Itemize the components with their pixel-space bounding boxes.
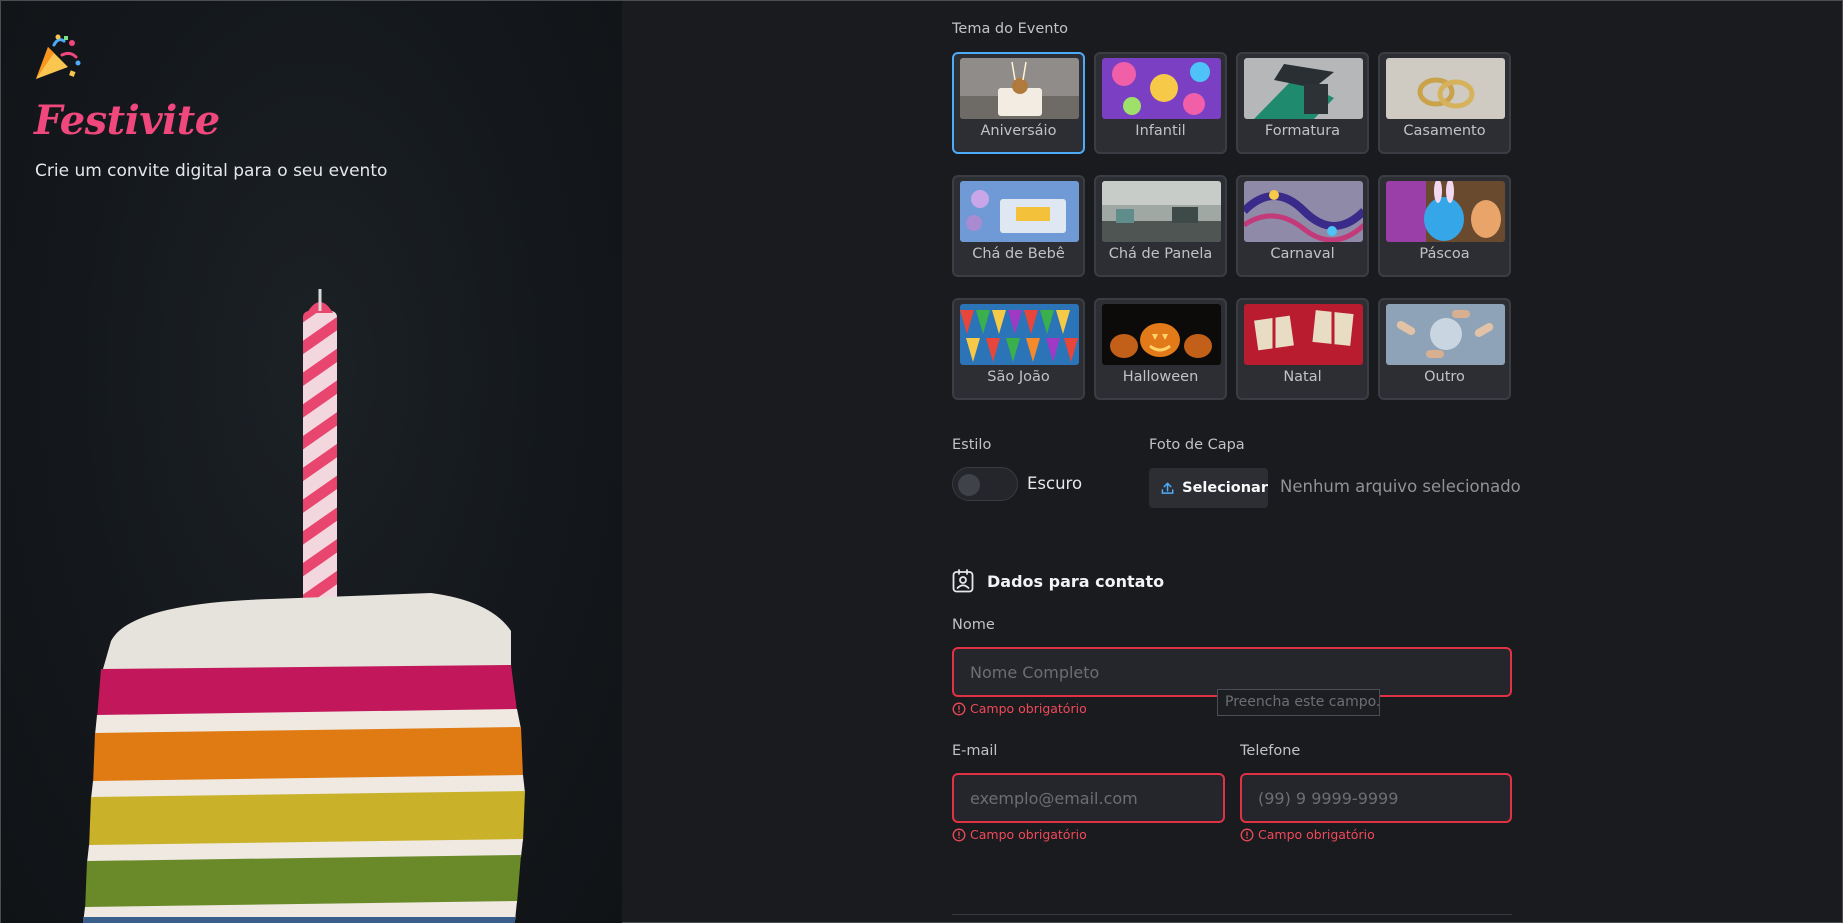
- theme-image-halloween: [1102, 304, 1221, 365]
- email-error-text: Campo obrigatório: [970, 827, 1087, 842]
- theme-name: Outro: [1424, 369, 1465, 385]
- theme-name: Infantil: [1135, 123, 1186, 139]
- theme-image-graduation: [1244, 58, 1363, 119]
- hero-panel: Festivite Crie um convite digital para o…: [1, 1, 622, 923]
- toggle-label: Escuro: [1027, 474, 1083, 493]
- brand-tagline: Crie um convite digital para o seu event…: [35, 161, 388, 181]
- contact-card-icon: [952, 569, 974, 593]
- theme-card-aniversario[interactable]: Aniversáio: [952, 52, 1085, 154]
- theme-image-christmas: [1244, 304, 1363, 365]
- theme-name: Chá de Bebê: [972, 246, 1065, 262]
- theme-image-festa-junina: [960, 304, 1079, 365]
- theme-card-halloween[interactable]: Halloween: [1094, 298, 1227, 400]
- theme-card-infantil[interactable]: Infantil: [1094, 52, 1227, 154]
- error-icon: [952, 702, 966, 715]
- section-divider: [952, 914, 1512, 915]
- theme-card-sao-joao[interactable]: São João: [952, 298, 1085, 400]
- theme-grid: Aniversáio Infantil Formatura Casamento …: [952, 52, 1511, 400]
- error-icon: [952, 828, 966, 841]
- theme-name: Aniversáio: [980, 123, 1057, 139]
- theme-image-birthday: [960, 58, 1079, 119]
- phone-label: Telefone: [1240, 743, 1301, 759]
- theme-card-cha-de-panela[interactable]: Chá de Panela: [1094, 175, 1227, 277]
- email-label: E-mail: [952, 743, 998, 759]
- theme-image-carnival: [1244, 181, 1363, 242]
- theme-image-other: [1386, 304, 1505, 365]
- phone-error-text: Campo obrigatório: [1258, 827, 1375, 842]
- name-error-text: Campo obrigatório: [970, 701, 1087, 716]
- theme-name: Páscoa: [1419, 246, 1470, 262]
- file-status: Nenhum arquivo selecionado: [1280, 477, 1521, 496]
- theme-image-kids: [1102, 58, 1221, 119]
- theme-card-cha-de-bebe[interactable]: Chá de Bebê: [952, 175, 1085, 277]
- theme-name: Chá de Panela: [1108, 246, 1213, 262]
- theme-card-casamento[interactable]: Casamento: [1378, 52, 1511, 154]
- cover-photo-label: Foto de Capa: [1149, 437, 1245, 453]
- theme-image-wedding: [1386, 58, 1505, 119]
- party-popper-icon: [36, 34, 81, 79]
- theme-name: Formatura: [1264, 123, 1341, 139]
- email-error: Campo obrigatório: [952, 827, 1087, 842]
- phone-error: Campo obrigatório: [1240, 827, 1375, 842]
- theme-image-kitchen-shower: [1102, 181, 1221, 242]
- contact-section-header: Dados para contato: [952, 569, 1164, 593]
- select-file-label: Selecionar: [1182, 480, 1268, 496]
- theme-name: Halloween: [1122, 369, 1199, 385]
- phone-input[interactable]: [1240, 773, 1512, 823]
- style-label: Estilo: [952, 437, 992, 453]
- email-input[interactable]: [952, 773, 1225, 823]
- theme-card-outro[interactable]: Outro: [1378, 298, 1511, 400]
- theme-name: Casamento: [1403, 123, 1486, 139]
- select-file-button[interactable]: Selecionar: [1149, 468, 1268, 508]
- theme-name: Natal: [1283, 369, 1322, 385]
- name-error: Campo obrigatório: [952, 701, 1087, 716]
- name-label: Nome: [952, 617, 995, 633]
- theme-image-easter: [1386, 181, 1505, 242]
- theme-card-carnaval[interactable]: Carnaval: [1236, 175, 1369, 277]
- theme-card-pascoa[interactable]: Páscoa: [1378, 175, 1511, 277]
- dark-mode-toggle[interactable]: [952, 467, 1018, 501]
- toggle-knob: [958, 474, 980, 496]
- theme-card-natal[interactable]: Natal: [1236, 298, 1369, 400]
- theme-section-label: Tema do Evento: [952, 21, 1069, 37]
- theme-name: São João: [987, 369, 1050, 385]
- theme-image-baby-shower: [960, 181, 1079, 242]
- cake-illustration: [83, 289, 525, 923]
- error-icon: [1240, 828, 1254, 841]
- brand-name: Festivite: [34, 97, 220, 144]
- contact-section-title: Dados para contato: [987, 571, 1165, 591]
- upload-icon: [1161, 482, 1174, 494]
- theme-card-formatura[interactable]: Formatura: [1236, 52, 1369, 154]
- app-page: Festivite Crie um convite digital para o…: [0, 0, 1843, 923]
- theme-name: Carnaval: [1270, 246, 1335, 262]
- validation-tooltip: Preencha este campo.: [1217, 689, 1380, 716]
